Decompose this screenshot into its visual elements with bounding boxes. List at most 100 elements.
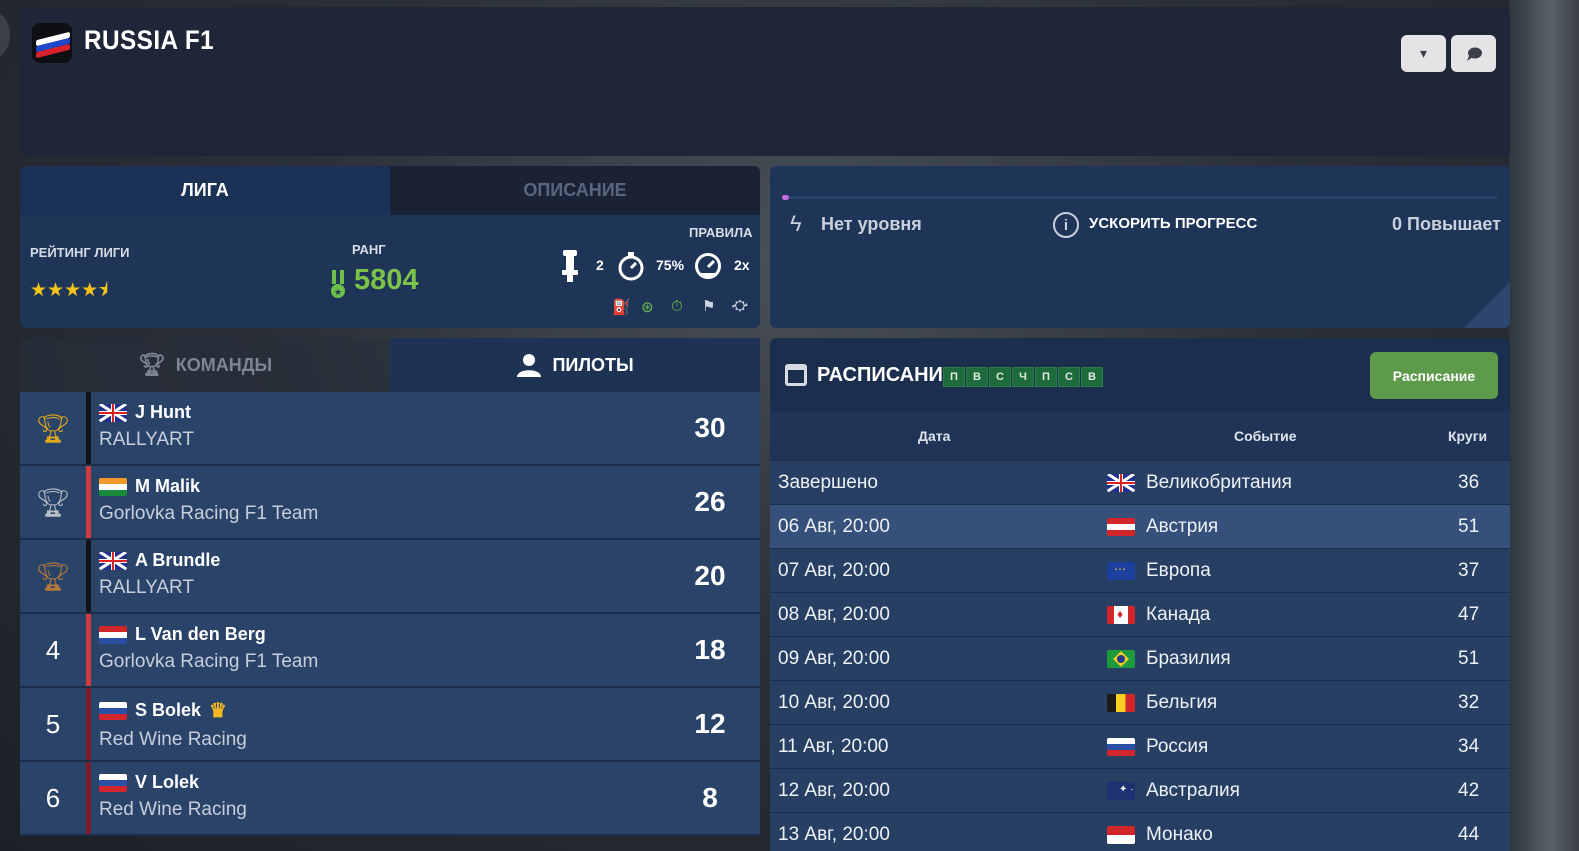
driver-team: RALLYART [99,429,195,450]
league-rating-label: РЕЙТИНГ ЛИГИ [30,245,130,260]
speedometer-icon [695,253,721,279]
race-event: Европа [1146,560,1211,581]
driver-name: M Malik [135,476,201,496]
driver-name-line: J Hunt [99,402,660,423]
driver-info: A Brundle RALLYART [91,540,660,612]
weekday-indicator: П [943,367,965,387]
tab-description[interactable]: ОПИСАНИЕ [390,166,760,215]
race-event: Австрия [1146,516,1219,537]
driver-name: A Brundle [135,550,221,570]
schedule-row[interactable]: 13 Авг, 20:00 Монако 44 [770,812,1510,851]
race-laps: 51 [1458,516,1480,537]
race-laps: 44 [1458,824,1480,845]
driver-name: V Lolek [135,772,200,792]
weekday-indicator: С [989,367,1011,387]
flag-br-icon [1107,650,1135,668]
tab-league[interactable]: ЛИГА [20,166,390,215]
background-decoration-right [1509,0,1579,851]
schedule-row[interactable]: Завершено Великобритания 36 [770,460,1510,504]
driver-row[interactable]: 4 L Van den Berg Gorlovka Racing F1 Team 18 [20,614,760,688]
stopwatch-icon [618,252,644,281]
driver-team: Red Wine Racing [99,729,247,750]
driver-info: J Hunt RALLYART [91,392,660,464]
driver-team: Gorlovka Racing F1 Team [99,651,319,672]
flag-icon: ⚑ [702,298,716,315]
flag-au-icon [1107,782,1135,800]
schedule-row[interactable]: 07 Авг, 20:00 Европа 37 [770,548,1510,592]
flag-gb-icon [1107,474,1135,492]
rank-value: 5804 [354,264,419,296]
progress-bar-fill [782,195,790,200]
driver-position: 6 [20,762,86,834]
schedule-panel: РАСПИСАНИЕ ПВСЧПСВ Расписание Дата Событ… [770,338,1510,851]
weekday-indicator: В [1081,367,1103,387]
trophy-bronze-icon: 🏆︎ [20,540,86,612]
driver-team: RALLYART [99,577,195,598]
flag-nl-icon [99,625,127,644]
boosts-count: 0 Повышает [1392,214,1501,234]
driver-info: S Bolek ♛ Red Wine Racing [91,688,660,760]
race-event: Монако [1146,824,1213,845]
dropdown-button[interactable]: ▾ [1401,35,1446,72]
schedule-button[interactable]: Расписание [1370,352,1498,399]
race-laps: 34 [1458,736,1480,757]
schedule-title: РАСПИСАНИЕ [817,364,957,386]
schedule-row[interactable]: 10 Авг, 20:00 Бельгия 32 [770,680,1510,724]
flag-gb-icon [99,403,127,422]
schedule-row[interactable]: 12 Авг, 20:00 Австралия 42 [770,768,1510,812]
driver-row[interactable]: 5 S Bolek ♛ Red Wine Racing 12 [20,688,760,762]
league-header: RUSSIA F1 ▾ [20,7,1510,156]
schedule-row[interactable]: 11 Авг, 20:00 Россия 34 [770,724,1510,768]
column-event: Событие [1234,428,1297,444]
chat-button[interactable] [1451,35,1496,72]
league-logo [32,23,72,63]
trophy-icon: 🏆︎ [35,486,71,518]
driver-name-line: M Malik [99,476,660,497]
rule-value-speed: 2x [734,257,750,273]
race-laps: 37 [1458,560,1480,581]
piston-icon: ⛮ [732,297,748,314]
trophy-icon: 🏆︎ [137,352,166,377]
lightning-icon: ϟ [790,211,802,236]
race-event: Бельгия [1146,692,1218,713]
weekday-indicator: В [966,367,988,387]
driver-row[interactable]: 6 V Lolek Red Wine Racing 8 [20,762,760,836]
tab-drivers[interactable]: ПИЛОТЫ [390,338,760,392]
race-laps: 36 [1458,472,1480,493]
driver-name-line: L Van den Berg [99,624,660,645]
driver-row[interactable]: 🏆︎ M Malik Gorlovka Racing F1 Team 26 [20,466,760,540]
race-laps: 47 [1458,604,1480,625]
driver-name: J Hunt [135,402,191,422]
driver-name: L Van den Berg [135,624,266,644]
race-date: 09 Авг, 20:00 [778,648,890,669]
driver-info: L Van den Berg Gorlovka Racing F1 Team [91,614,660,686]
race-event: Канада [1146,604,1211,625]
driver-points: 18 [694,634,726,665]
rank-label: РАНГ [352,242,386,257]
driver-points: 12 [694,708,726,739]
driver-points: 8 [702,782,718,813]
driver-row[interactable]: 🏆︎ A Brundle RALLYART 20 [20,540,760,614]
race-event: Бразилия [1146,648,1231,669]
schedule-row[interactable]: 06 Авг, 20:00 Австрия 51 [770,504,1510,548]
info-icon[interactable]: i [1053,212,1079,238]
rules-label: ПРАВИЛА [689,225,753,240]
flag-at-icon [1107,518,1135,536]
tab-teams[interactable]: 🏆︎ КОМАНДЫ [20,338,390,392]
driver-name-line: A Brundle [99,550,660,571]
race-date: 11 Авг, 20:00 [778,736,889,757]
race-date: 08 Авг, 20:00 [778,604,890,625]
driver-position: 5 [20,688,86,760]
schedule-row[interactable]: 09 Авг, 20:00 Бразилия 51 [770,636,1510,680]
column-laps: Круги [1448,428,1488,444]
driver-points: 26 [694,486,726,517]
race-laps: 42 [1458,780,1480,801]
driver-row[interactable]: 🏆︎ J Hunt RALLYART 30 [20,392,760,466]
flag-gb-icon [99,551,127,570]
flag-in-icon [99,477,127,496]
driver-points: 20 [694,560,726,591]
schedule-row[interactable]: 08 Авг, 20:00 Канада 47 [770,592,1510,636]
boost-progress-link[interactable]: УСКОРИТЬ ПРОГРЕСС [1089,215,1257,232]
timer-icon: ⏱ [671,298,683,315]
column-date: Дата [918,428,951,444]
